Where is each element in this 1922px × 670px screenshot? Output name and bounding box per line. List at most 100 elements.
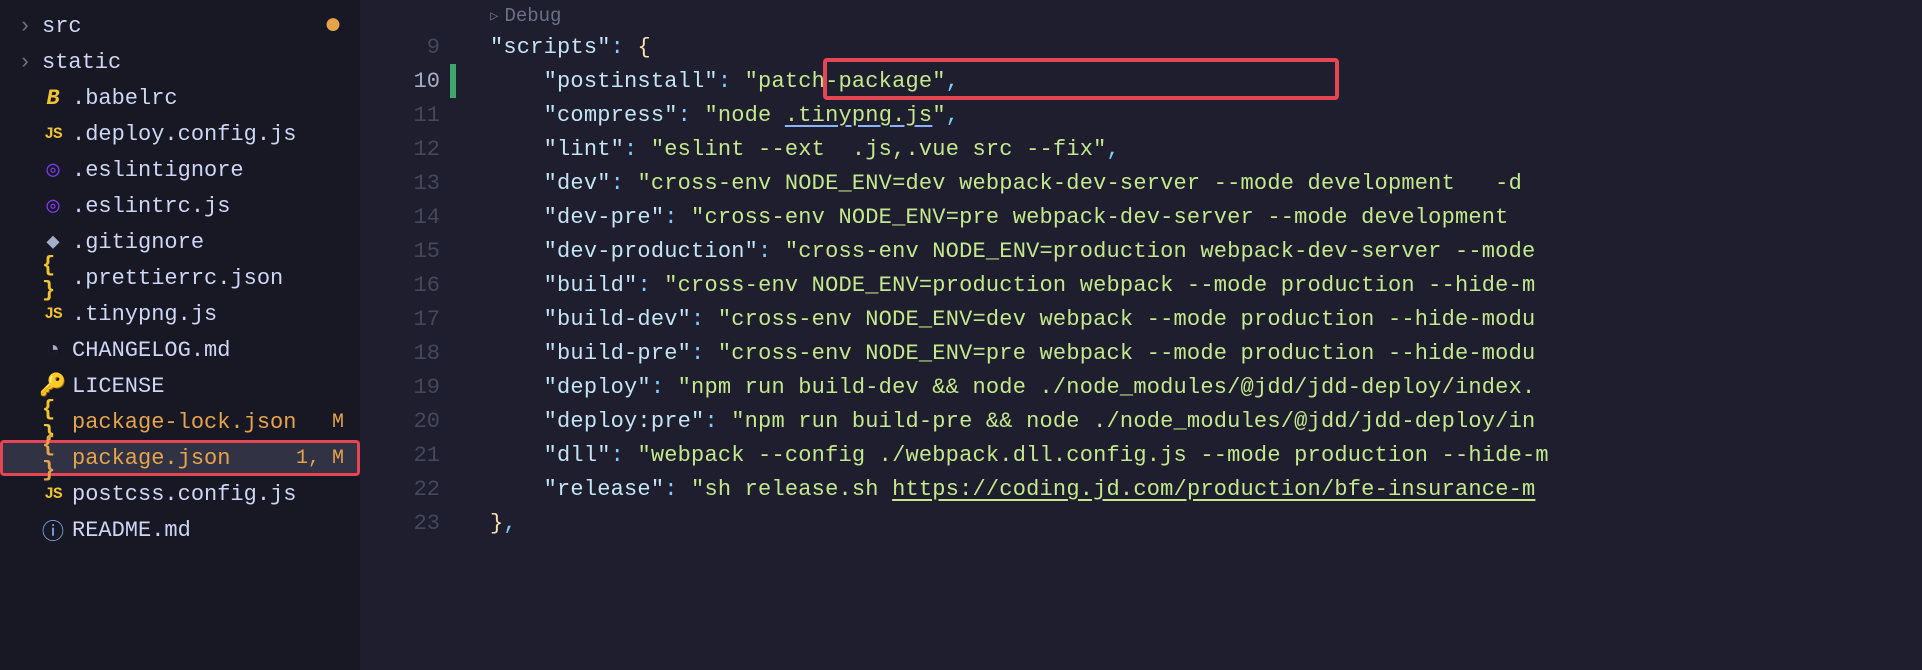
file-tree-item[interactable]: { }package.json1, M — [0, 440, 360, 476]
line-number: 9 — [360, 35, 450, 60]
js-icon: JS — [42, 125, 64, 143]
line-number: 23 — [360, 511, 450, 536]
code-line[interactable]: 14 "dev-pre": "cross-env NODE_ENV=pre we… — [360, 200, 1922, 234]
file-label: .prettierrc.json — [72, 266, 360, 291]
file-label: static — [42, 50, 360, 75]
code-content[interactable]: "compress": "node .tinypng.js", — [490, 103, 959, 128]
code-content[interactable]: "build-pre": "cross-env NODE_ENV=pre web… — [490, 341, 1535, 366]
file-tree-item[interactable]: ⓘ README.md — [0, 512, 360, 548]
code-line[interactable]: 9 "scripts": { — [360, 30, 1922, 64]
git-margin-icon — [450, 132, 456, 166]
codelens-debug[interactable]: ▷ Debug — [360, 2, 1922, 30]
clock-icon: ◔ — [42, 338, 64, 363]
code-editor[interactable]: ▷ Debug 9 "scripts": { 10 "postinstall": "… — [360, 0, 1922, 670]
line-number: 11 — [360, 103, 450, 128]
git-margin-icon — [450, 472, 456, 506]
file-tree-item[interactable]: ◎.eslintrc.js — [0, 188, 360, 224]
file-tree-item[interactable]: JS .deploy.config.js — [0, 116, 360, 152]
code-line[interactable]: 18 "build-pre": "cross-env NODE_ENV=pre … — [360, 336, 1922, 370]
code-content[interactable]: "build": "cross-env NODE_ENV=production … — [490, 273, 1535, 298]
file-tree-item[interactable]: B .babelrc — [0, 80, 360, 116]
file-label: .tinypng.js — [72, 302, 360, 327]
git-icon: ◆ — [42, 229, 64, 255]
code-line[interactable]: 22 "release": "sh release.sh https://cod… — [360, 472, 1922, 506]
code-line[interactable]: 12 "lint": "eslint --ext .js,.vue src --… — [360, 132, 1922, 166]
file-label: README.md — [72, 518, 360, 543]
git-margin-icon — [450, 404, 456, 438]
line-number: 18 — [360, 341, 450, 366]
code-content[interactable]: "dev": "cross-env NODE_ENV=dev webpack-d… — [490, 171, 1535, 196]
git-margin-icon — [450, 268, 456, 302]
info-icon: ⓘ — [42, 514, 64, 546]
code-content[interactable]: "dev-production": "cross-env NODE_ENV=pr… — [490, 239, 1549, 264]
file-label: LICENSE — [72, 374, 360, 399]
code-area[interactable]: 9 "scripts": { 10 "postinstall": "patch-pa… — [360, 30, 1922, 540]
code-content[interactable]: "dev-pre": "cross-env NODE_ENV=pre webpa… — [490, 205, 1522, 230]
line-number: 14 — [360, 205, 450, 230]
line-number: 17 — [360, 307, 450, 332]
file-label: postcss.config.js — [72, 482, 360, 507]
file-tree-item[interactable]: JS postcss.config.js — [0, 476, 360, 512]
line-number: 12 — [360, 137, 450, 162]
line-number: 22 — [360, 477, 450, 502]
chevron-right-icon: › — [16, 50, 34, 75]
file-label: src — [42, 14, 316, 39]
file-label: .gitignore — [72, 230, 360, 255]
line-number: 19 — [360, 375, 450, 400]
js-icon: JS — [42, 485, 64, 503]
git-margin-icon — [450, 302, 456, 336]
file-label: .deploy.config.js — [72, 122, 360, 147]
line-number: 16 — [360, 273, 450, 298]
code-line[interactable]: 23}, — [360, 506, 1922, 540]
file-tree-item[interactable]: ›src● — [0, 8, 360, 44]
code-line[interactable]: 19 "deploy": "npm run build-dev && node … — [360, 370, 1922, 404]
code-content[interactable]: "postinstall": "patch-package", — [490, 69, 959, 94]
babel-icon: B — [42, 86, 64, 111]
file-tree-item[interactable]: › static — [0, 44, 360, 80]
code-line[interactable]: 13 "dev": "cross-env NODE_ENV=dev webpac… — [360, 166, 1922, 200]
line-number: 21 — [360, 443, 450, 468]
code-line[interactable]: 21 "dll": "webpack --config ./webpack.dl… — [360, 438, 1922, 472]
file-label: package-lock.json — [72, 410, 324, 435]
file-tree-item[interactable]: ◎.eslintignore — [0, 152, 360, 188]
file-label: .eslintignore — [72, 158, 360, 183]
code-content[interactable]: "scripts": { — [490, 35, 651, 60]
code-content[interactable]: "release": "sh release.sh https://coding… — [490, 477, 1535, 502]
line-number: 20 — [360, 409, 450, 434]
git-margin-icon — [450, 234, 456, 268]
git-margin-icon — [450, 166, 456, 200]
file-label: package.json — [72, 446, 288, 471]
file-tree-item[interactable]: ◔ CHANGELOG.md — [0, 332, 360, 368]
git-status-badge: 1, M — [296, 447, 360, 470]
code-content[interactable]: "dll": "webpack --config ./webpack.dll.c… — [490, 443, 1549, 468]
code-line[interactable]: 17 "build-dev": "cross-env NODE_ENV=dev … — [360, 302, 1922, 336]
code-content[interactable]: }, — [490, 511, 517, 536]
js-icon: JS — [42, 305, 64, 323]
play-icon: ▷ — [490, 8, 498, 25]
codelens-label: Debug — [504, 5, 561, 27]
code-content[interactable]: "lint": "eslint --ext .js,.vue src --fix… — [490, 137, 1120, 162]
git-margin-icon — [450, 30, 456, 64]
code-content[interactable]: "build-dev": "cross-env NODE_ENV=dev web… — [490, 307, 1535, 332]
git-margin-icon — [450, 98, 456, 132]
file-explorer[interactable]: ›src●›staticB.babelrcJS.deploy.config.js… — [0, 0, 360, 670]
file-label: CHANGELOG.md — [72, 338, 360, 363]
file-label: .babelrc — [72, 86, 360, 111]
file-tree-item[interactable]: JS .tinypng.js — [0, 296, 360, 332]
line-number: 15 — [360, 239, 450, 264]
git-status-badge: M — [332, 411, 360, 434]
code-line[interactable]: 15 "dev-production": "cross-env NODE_ENV… — [360, 234, 1922, 268]
line-number: 10 — [360, 69, 450, 94]
code-content[interactable]: "deploy:pre": "npm run build-pre && node… — [490, 409, 1535, 434]
eslint-icon: ◎ — [42, 193, 64, 219]
code-line[interactable]: 10 "postinstall": "patch-package", — [360, 64, 1922, 98]
code-content[interactable]: "deploy": "npm run build-dev && node ./n… — [490, 375, 1535, 400]
line-number: 13 — [360, 171, 450, 196]
code-line[interactable]: 20 "deploy:pre": "npm run build-pre && n… — [360, 404, 1922, 438]
git-margin-icon — [450, 506, 456, 540]
code-line[interactable]: 16 "build": "cross-env NODE_ENV=producti… — [360, 268, 1922, 302]
file-tree-item[interactable]: { }.prettierrc.json — [0, 260, 360, 296]
chevron-right-icon: › — [16, 14, 34, 39]
code-line[interactable]: 11 "compress": "node .tinypng.js", — [360, 98, 1922, 132]
git-margin-icon — [450, 336, 456, 370]
